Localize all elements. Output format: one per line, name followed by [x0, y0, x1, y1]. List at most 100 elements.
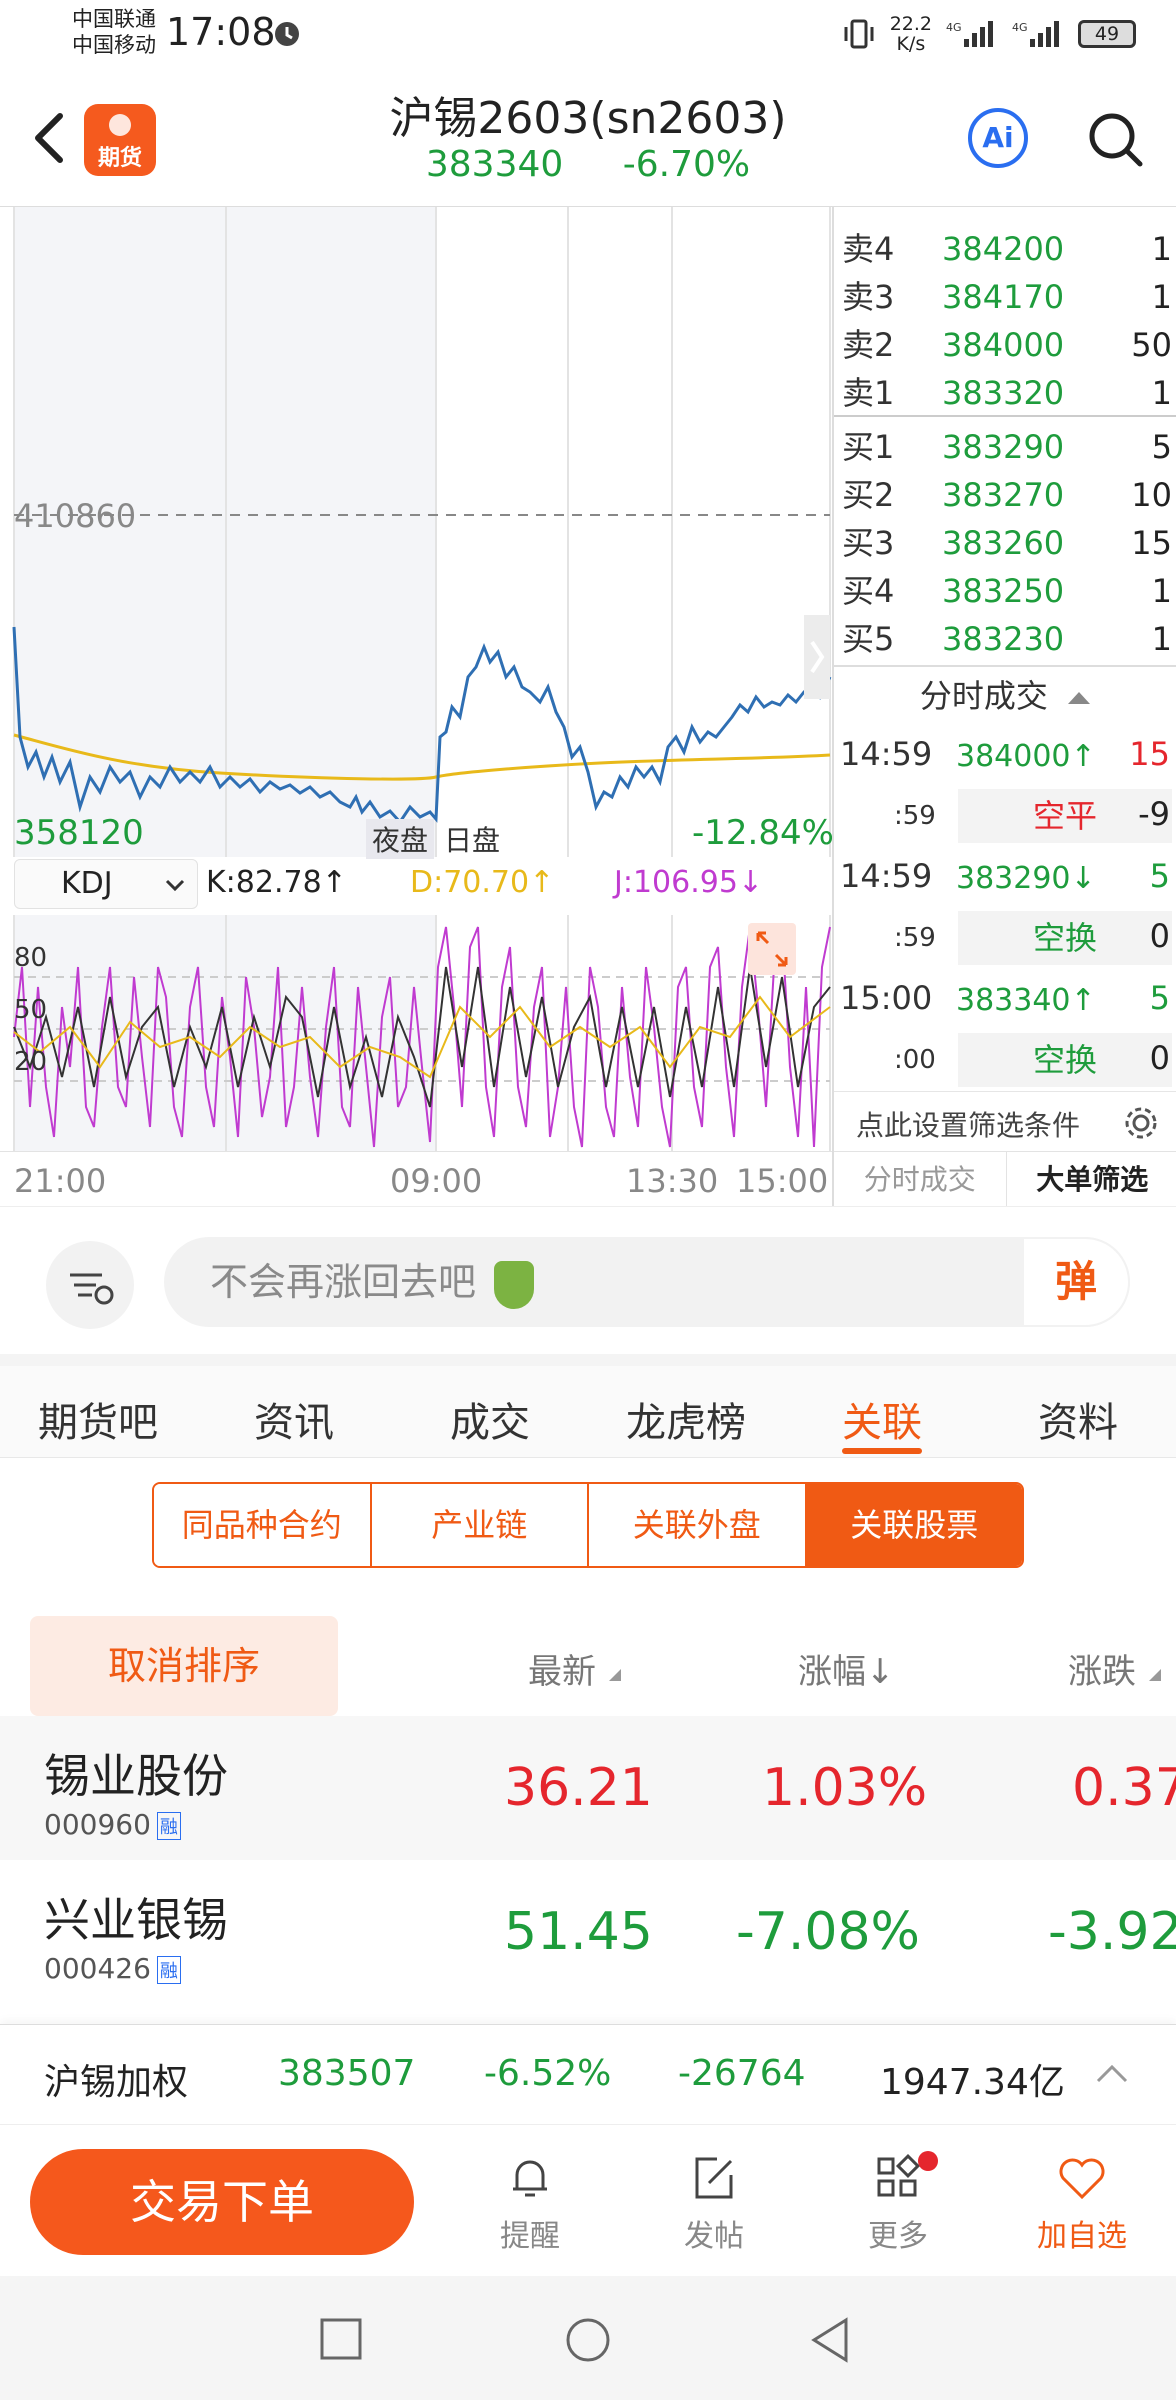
add-watchlist-button[interactable]: 加自选 — [1022, 2151, 1142, 2255]
bid-volume: 5 — [1151, 428, 1172, 466]
tab-news[interactable]: 资讯 — [204, 1390, 384, 1448]
tab-trades[interactable]: 成交 — [400, 1390, 580, 1448]
table-row[interactable]: 锡业股份 000960 融 36.21 1.03% 0.37 — [0, 1716, 1176, 1860]
stock-pct: 1.03% — [762, 1758, 928, 1818]
ask-volume: 1 — [1151, 374, 1172, 412]
system-nav-bar — [0, 2276, 1176, 2400]
content-tabs: 期货吧 资讯 成交 龙虎榜 关联 资料 — [0, 1354, 1176, 1458]
notification-dot — [918, 2151, 938, 2171]
sort-icon — [1148, 1669, 1161, 1681]
chevron-up-icon[interactable] — [1094, 2061, 1130, 2085]
trade-price: 384000↑ — [956, 739, 1096, 774]
col-change[interactable]: 涨跌 — [1068, 1644, 1163, 1693]
trade-second: :59 — [894, 923, 936, 953]
nav-back-icon[interactable] — [806, 2316, 854, 2364]
logo-label: 期货 — [97, 146, 142, 171]
trade-type-tag: 空换 — [958, 911, 1172, 965]
time-axis: 21:00 09:00 13:30 15:00 — [0, 1151, 832, 1207]
low-pct-label: -12.84% — [692, 813, 834, 853]
night-session-label: 夜盘 — [366, 819, 435, 859]
post-label: 发帖 — [684, 2219, 744, 2254]
tab-dragon-tiger[interactable]: 龙虎榜 — [596, 1390, 776, 1448]
ai-button[interactable]: Ai — [968, 108, 1028, 168]
recent-apps-icon[interactable] — [318, 2316, 364, 2362]
table-row[interactable]: 兴业银锡 000426 融 51.45 -7.08% -3.92 — [0, 1860, 1176, 2004]
d-value: D:70.70↑ — [410, 865, 555, 900]
time-tick: 13:30 — [626, 1162, 719, 1200]
post-button[interactable]: 发帖 — [654, 2151, 774, 2255]
remind-button[interactable]: 提醒 — [470, 2151, 590, 2255]
ask-price: 383320 — [942, 374, 1065, 412]
ask-volume: 1 — [1151, 278, 1172, 316]
trades-header-label: 分时成交 — [919, 677, 1048, 715]
segment-related-stocks[interactable]: 关联股票 — [806, 1484, 1022, 1566]
comment-input[interactable]: 不会再涨回去吧 — [164, 1237, 1130, 1327]
tab-profile[interactable]: 资料 — [988, 1390, 1168, 1448]
bid-volume: 10 — [1131, 476, 1172, 514]
segment-industry-chain[interactable]: 产业链 — [371, 1484, 589, 1566]
cancel-sort-button[interactable]: 取消排序 — [30, 1616, 338, 1716]
tab-ticks[interactable]: 分时成交 — [834, 1152, 1007, 1207]
tab-related[interactable]: 关联 — [792, 1390, 972, 1448]
bid-row: 买1 383290 5 — [842, 423, 1172, 471]
trades-header[interactable]: 分时成交 — [834, 667, 1176, 725]
logo-icon — [109, 114, 131, 136]
summary-amount: 1947.34亿 — [880, 2062, 1065, 2103]
trade-oi-change: -9 — [1138, 795, 1170, 833]
clock: 17:08 — [166, 10, 276, 54]
indicator-select[interactable]: KDJ — [14, 859, 198, 909]
emoji-icon — [494, 1260, 535, 1309]
ask-row: 卖4 384200 1 — [842, 225, 1172, 273]
col-latest[interactable]: 最新 — [528, 1644, 623, 1693]
search-icon[interactable] — [1086, 110, 1146, 170]
header: 沪锡2603(sn2603) 383340 -6.70% 期货 Ai — [0, 70, 1176, 206]
trade-second: :00 — [894, 1045, 936, 1075]
trade-volume: 5 — [1149, 979, 1170, 1017]
col-pct[interactable]: 涨幅↓ — [798, 1644, 895, 1693]
ask-label: 卖4 — [842, 230, 895, 268]
last-price: 383340 — [425, 144, 564, 185]
network-speed: 22.2 K/s — [890, 14, 932, 54]
bottom-action-bar: 交易下单 提醒 发帖 更多 加自选 — [0, 2124, 1176, 2276]
edit-icon — [695, 2157, 733, 2199]
back-button[interactable] — [24, 106, 74, 170]
status-bar: 中国联通 中国移动 17:08 22.2 K/s 4G 4G 49 — [0, 0, 1176, 70]
collapse-up-icon — [1068, 692, 1091, 704]
change-pct: -6.70% — [622, 144, 751, 185]
more-button[interactable]: 更多 — [838, 2151, 958, 2255]
trade-volume: 5 — [1149, 857, 1170, 895]
tab-futures-bar[interactable]: 期货吧 — [8, 1390, 188, 1448]
stock-name: 锡业股份 — [44, 1749, 228, 1803]
filter-settings[interactable]: 点此设置筛选条件 — [834, 1091, 1176, 1151]
grid-icon — [877, 2153, 921, 2197]
trade-time: 14:59 — [840, 735, 933, 773]
danmu-toggle-button[interactable]: 弹 — [1022, 1237, 1130, 1327]
signal-icon: 4G — [946, 21, 993, 47]
home-icon[interactable] — [564, 2316, 612, 2364]
trade-oi-change: 0 — [1149, 1039, 1170, 1077]
margin-badge: 融 — [156, 1956, 181, 1984]
tab-big-orders[interactable]: 大单筛选 — [1007, 1152, 1176, 1207]
trade-order-button[interactable]: 交易下单 — [30, 2149, 414, 2255]
stock-name: 兴业银锡 — [44, 1893, 228, 1947]
index-summary-bar[interactable]: 沪锡加权 383507 -6.52% -26764 1947.34亿 — [0, 2024, 1176, 2124]
filter-settings-label: 点此设置筛选条件 — [856, 1109, 1081, 1142]
vibrate-icon — [844, 19, 874, 49]
bid-price: 383270 — [942, 476, 1065, 514]
danmu-settings-button[interactable] — [46, 1241, 134, 1329]
trade-second: :59 — [894, 801, 936, 831]
summary-pct: -6.52% — [484, 2053, 612, 2094]
segment-overseas[interactable]: 关联外盘 — [589, 1484, 807, 1566]
bid-price: 383290 — [942, 428, 1065, 466]
chart-side-handle[interactable] — [804, 615, 830, 699]
stock-change: -3.92 — [1048, 1902, 1176, 1962]
svg-text:4G: 4G — [946, 21, 962, 34]
chart-area[interactable]: 410860 358120 -12.84% 夜盘 日盘 KDJ K:82.78↑… — [0, 206, 834, 1207]
expand-icon[interactable] — [748, 923, 796, 975]
futures-logo[interactable]: 期货 — [84, 104, 156, 176]
bid-price: 383230 — [942, 620, 1065, 658]
col-change-label: 涨跌 — [1068, 1652, 1136, 1692]
bid-volume: 1 — [1151, 620, 1172, 658]
alarm-icon — [270, 16, 304, 54]
segment-same-variety[interactable]: 同品种合约 — [154, 1484, 372, 1566]
